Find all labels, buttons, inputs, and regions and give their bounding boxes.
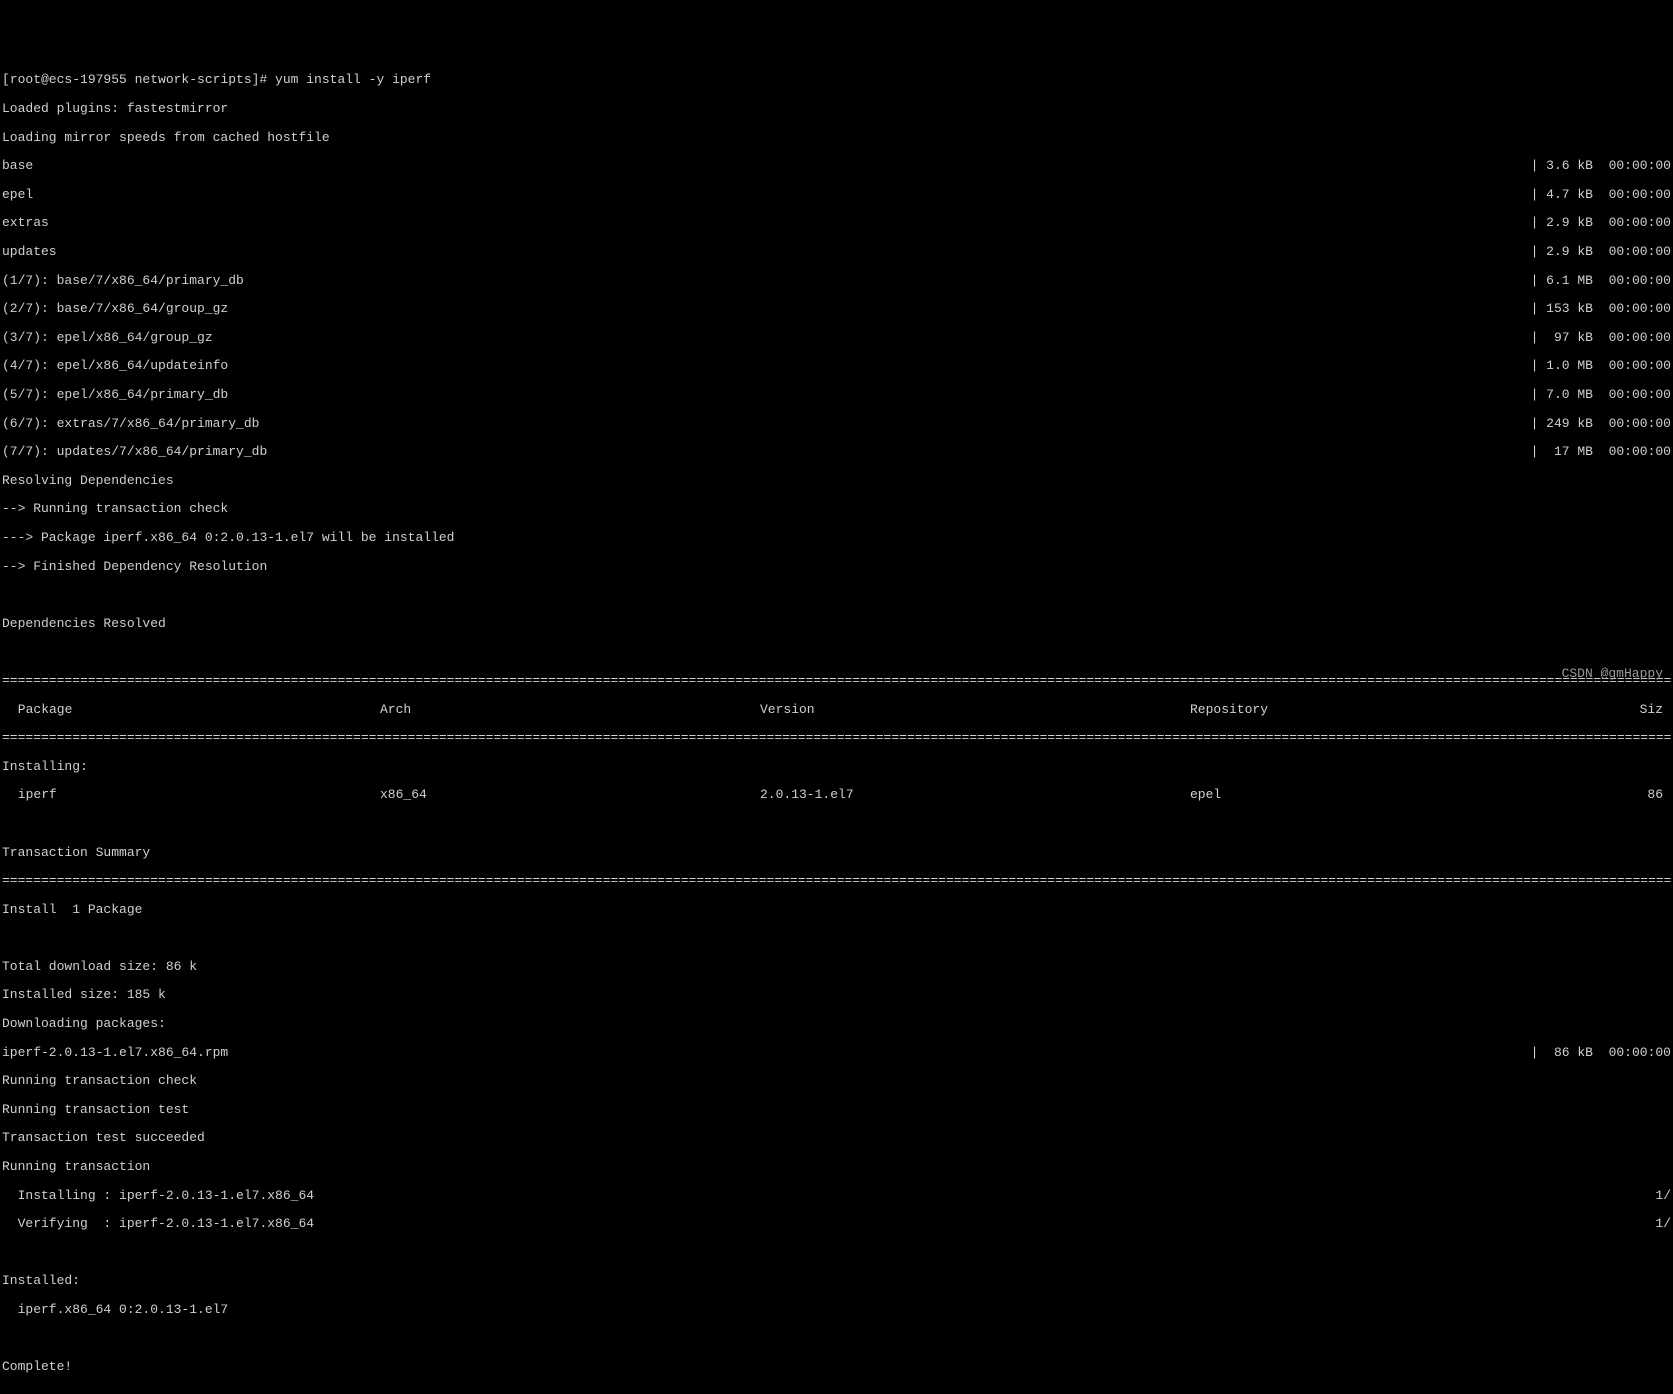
divider: ========================================… [2,874,1671,888]
download-line: (5/7): epel/x86_64/primary_db| 7.0 MB 00… [2,388,1671,402]
cell-package: iperf [10,788,380,802]
download-line: (2/7): base/7/x86_64/group_gz| 153 kB 00… [2,302,1671,316]
terminal-output[interactable]: [root@ecs-197955 network-scripts]# yum i… [2,59,1671,1389]
repo-line: extras| 2.9 kB 00:00:00 [2,216,1671,230]
header-version: Version [760,703,1190,717]
plugins-line: Loaded plugins: fastestmirror [2,102,1671,116]
deps-resolved-line: Dependencies Resolved [2,617,1671,631]
cell-arch: x86_64 [380,788,760,802]
blank-line [2,1332,1671,1346]
blank-line [2,645,1671,659]
transaction-test-ok-line: Transaction test succeeded [2,1131,1671,1145]
finished-dep-line: --> Finished Dependency Resolution [2,560,1671,574]
running-transaction-line: Running transaction [2,1160,1671,1174]
downloading-packages-line: Downloading packages: [2,1017,1671,1031]
installed-pkg-line: iperf.x86_64 0:2.0.13-1.el7 [2,1303,1671,1317]
resolving-line: Resolving Dependencies [2,474,1671,488]
cell-size: 86 [1550,788,1663,802]
blank-line [2,931,1671,945]
download-line: (6/7): extras/7/x86_64/primary_db| 249 k… [2,417,1671,431]
download-line: (1/7): base/7/x86_64/primary_db| 6.1 MB … [2,274,1671,288]
installed-size-line: Installed size: 185 k [2,988,1671,1002]
table-header: Package Arch Version Repository Siz [2,703,1671,717]
blank-line [2,817,1671,831]
header-size: Siz [1550,703,1663,717]
install-count-line: Install 1 Package [2,903,1671,917]
download-line: (3/7): epel/x86_64/group_gz| 97 kB 00:00… [2,331,1671,345]
table-row: iperf x86_64 2.0.13-1.el7 epel 86 [2,788,1671,802]
installing-label: Installing: [2,760,1671,774]
repo-line: epel| 4.7 kB 00:00:00 [2,188,1671,202]
package-line: ---> Package iperf.x86_64 0:2.0.13-1.el7… [2,531,1671,545]
installing-step-line: Installing : iperf-2.0.13-1.el7.x86_641/ [2,1189,1671,1203]
transaction-summary-line: Transaction Summary [2,846,1671,860]
watermark: CSDN @gmHappy [1562,667,1663,681]
rpm-download-line: iperf-2.0.13-1.el7.x86_64.rpm| 86 kB 00:… [2,1046,1671,1060]
running-transaction-test-line: Running transaction test [2,1103,1671,1117]
cell-repository: epel [1190,788,1550,802]
verifying-step-line: Verifying : iperf-2.0.13-1.el7.x86_641/ [2,1217,1671,1231]
cell-version: 2.0.13-1.el7 [760,788,1190,802]
header-repository: Repository [1190,703,1550,717]
shell-prompt: [root@ecs-197955 network-scripts]# yum i… [2,73,1671,87]
download-line: (7/7): updates/7/x86_64/primary_db| 17 M… [2,445,1671,459]
download-line: (4/7): epel/x86_64/updateinfo| 1.0 MB 00… [2,359,1671,373]
running-check-line: --> Running transaction check [2,502,1671,516]
divider: ========================================… [2,731,1671,745]
blank-line [2,588,1671,602]
blank-line [2,1246,1671,1260]
repo-line: updates| 2.9 kB 00:00:00 [2,245,1671,259]
header-arch: Arch [380,703,760,717]
mirror-line: Loading mirror speeds from cached hostfi… [2,131,1671,145]
repo-line: base| 3.6 kB 00:00:00 [2,159,1671,173]
total-download-line: Total download size: 86 k [2,960,1671,974]
running-transaction-check-line: Running transaction check [2,1074,1671,1088]
installed-label: Installed: [2,1274,1671,1288]
complete-line: Complete! [2,1360,1671,1374]
divider: ========================================… [2,674,1671,688]
header-package: Package [10,703,380,717]
